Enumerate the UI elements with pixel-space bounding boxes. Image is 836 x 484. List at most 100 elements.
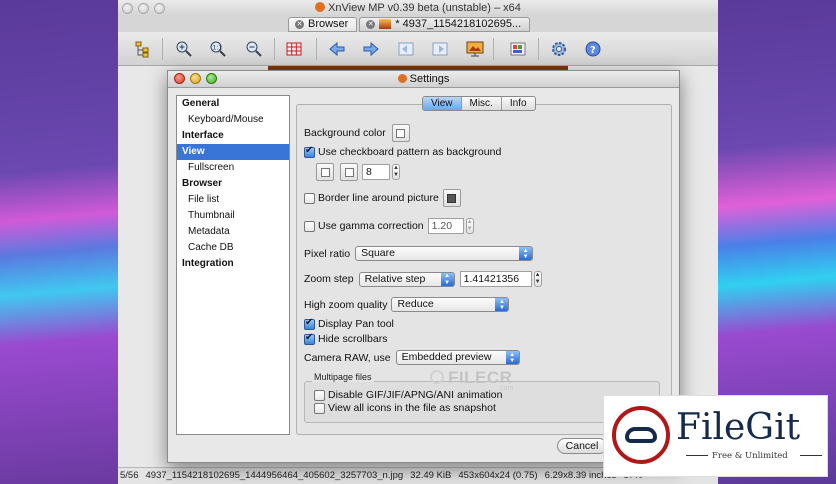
slideshow-icon[interactable]: [464, 38, 486, 60]
nav-item-general[interactable]: General: [177, 96, 289, 112]
gamma-row[interactable]: Use gamma correction 1.20 ▲ ▼: [304, 218, 474, 234]
chevron-updown-icon: ▲ ▼: [495, 298, 509, 311]
border-line-label: Border line around picture: [318, 192, 439, 204]
cancel-button[interactable]: Cancel: [557, 438, 607, 454]
minimize-icon[interactable]: [138, 3, 149, 14]
high-zoom-select[interactable]: Reduce ▲ ▼: [391, 297, 510, 312]
nav-item-view[interactable]: View: [177, 144, 289, 160]
disable-animation-checkbox[interactable]: [314, 389, 325, 401]
toolbar-separator: [493, 38, 494, 60]
checkboard-color1-swatch[interactable]: [316, 163, 334, 181]
last-icon[interactable]: [429, 38, 451, 60]
pixel-ratio-label: Pixel ratio: [304, 247, 351, 260]
checkboard-label: Use checkboard pattern as background: [318, 146, 502, 158]
zoom-icon[interactable]: [154, 3, 165, 14]
tab-close-icon[interactable]: ✕: [295, 19, 304, 29]
divider: [686, 455, 708, 456]
pixel-ratio-select[interactable]: Square ▲ ▼: [355, 246, 534, 261]
filecr-watermark: FILECR .com: [430, 368, 560, 398]
nav-item-cache-db[interactable]: Cache DB: [177, 240, 289, 256]
nav-item-interface[interactable]: Interface: [177, 128, 289, 144]
tab-browser[interactable]: ✕ Browser: [288, 16, 358, 32]
background-color-swatch[interactable]: [391, 124, 410, 142]
checkboard-size-input[interactable]: 8: [362, 164, 390, 180]
status-size: 32.49 KiB: [410, 470, 452, 481]
nav-item-metadata[interactable]: Metadata: [177, 224, 289, 240]
zoom-out-icon[interactable]: [243, 38, 265, 60]
main-window-title: XnView MP v0.39 beta (unstable) – x64: [328, 2, 521, 14]
main-window-controls: [122, 3, 165, 14]
grid-icon[interactable]: [283, 38, 305, 60]
minimize-icon[interactable]: [190, 73, 201, 84]
settings-nav-list: General Keyboard/Mouse Interface View Fu…: [176, 95, 290, 435]
border-line-checkbox[interactable]: [304, 192, 315, 204]
zoom-step-stepper[interactable]: ▲ ▼: [533, 271, 542, 287]
checkboard-checkbox[interactable]: [304, 145, 315, 158]
checkboard-color2-swatch[interactable]: [340, 163, 358, 181]
gamma-input[interactable]: 1.20: [427, 218, 464, 234]
help-icon[interactable]: ?: [582, 38, 604, 60]
image-thumbnail-icon: [379, 19, 392, 29]
tab-label: Browser: [308, 17, 349, 30]
camera-raw-select[interactable]: Embedded preview ▲ ▼: [395, 350, 520, 365]
view-mode-icon[interactable]: [132, 38, 154, 60]
zoom-fit-icon[interactable]: 1:1: [207, 38, 229, 60]
zoom-icon[interactable]: [206, 73, 217, 84]
zoom-step-row: Zoom step Relative step ▲ ▼ 1.41421356 ▲ ▼: [304, 271, 542, 287]
nav-item-fullscreen[interactable]: Fullscreen: [177, 160, 289, 176]
border-color-swatch[interactable]: [442, 189, 461, 207]
background-color-label: Background color: [304, 127, 386, 139]
pan-tool-checkbox[interactable]: [304, 317, 315, 330]
nav-item-integration[interactable]: Integration: [177, 256, 289, 272]
zoom-in-icon[interactable]: [173, 38, 195, 60]
nav-item-keyboard-mouse[interactable]: Keyboard/Mouse: [177, 112, 289, 128]
checkboard-options-row: 8 ▲ ▼: [316, 163, 400, 181]
view-all-icons-label: View all icons in the file as snapshot: [328, 402, 496, 414]
first-icon[interactable]: [395, 38, 417, 60]
high-zoom-label: High zoom quality: [304, 298, 388, 311]
toolbar-separator: [274, 38, 275, 60]
toolbar-separator: [538, 38, 539, 60]
zoom-step-input[interactable]: 1.41421356: [459, 271, 532, 287]
filegit-text: FileGit: [676, 407, 801, 448]
pixel-ratio-row: Pixel ratio Square ▲ ▼: [304, 246, 534, 261]
hide-scrollbars-row[interactable]: Hide scrollbars: [304, 332, 387, 345]
checkboard-size-stepper[interactable]: ▲ ▼: [392, 164, 400, 180]
cloud-icon: [625, 427, 657, 443]
nav-item-thumbnail[interactable]: Thumbnail: [177, 208, 289, 224]
toolbar-separator: [316, 38, 317, 60]
border-line-row[interactable]: Border line around picture: [304, 189, 461, 207]
tab-misc[interactable]: Misc.: [460, 97, 501, 110]
chevron-updown-icon: ▲ ▼: [519, 247, 533, 260]
settings-tab-group: View Misc. Info: [422, 96, 536, 111]
nav-item-browser[interactable]: Browser: [177, 176, 289, 192]
view-all-icons-row[interactable]: View all icons in the file as snapshot: [314, 402, 496, 414]
high-zoom-value: Reduce: [397, 298, 434, 310]
info-icon[interactable]: [507, 38, 529, 60]
filecr-sub: .com: [498, 385, 514, 392]
next-icon[interactable]: [360, 38, 382, 60]
pan-tool-row[interactable]: Display Pan tool: [304, 317, 394, 330]
nav-item-file-list[interactable]: File list: [177, 192, 289, 208]
settings-titlebar: Settings: [168, 71, 679, 88]
tab-info[interactable]: Info: [500, 97, 535, 110]
filegit-logo: [612, 406, 670, 464]
close-icon[interactable]: [174, 73, 185, 84]
camera-raw-row: Camera RAW, use Embedded preview ▲ ▼: [304, 350, 520, 365]
tab-image[interactable]: ✕ * 4937_1154218102695...: [359, 16, 531, 32]
settings-icon[interactable]: [548, 38, 570, 60]
status-filename: 4937_1154218102695_1444956464_405602_325…: [145, 470, 404, 481]
tab-view[interactable]: View: [423, 97, 461, 110]
tab-close-icon[interactable]: ✕: [366, 19, 376, 29]
checkboard-row[interactable]: Use checkboard pattern as background: [304, 145, 502, 158]
high-zoom-row: High zoom quality Reduce ▲ ▼: [304, 297, 510, 312]
hide-scrollbars-checkbox[interactable]: [304, 332, 315, 345]
zoom-step-select[interactable]: Relative step ▲ ▼: [358, 271, 455, 287]
prev-icon[interactable]: [326, 38, 348, 60]
gamma-stepper[interactable]: ▲ ▼: [465, 218, 474, 234]
gamma-checkbox[interactable]: [304, 220, 315, 232]
status-position: 5/56: [120, 470, 139, 481]
close-icon[interactable]: [122, 3, 133, 14]
multipage-group-label: Multipage files: [312, 372, 374, 382]
view-all-icons-checkbox[interactable]: [314, 402, 325, 414]
